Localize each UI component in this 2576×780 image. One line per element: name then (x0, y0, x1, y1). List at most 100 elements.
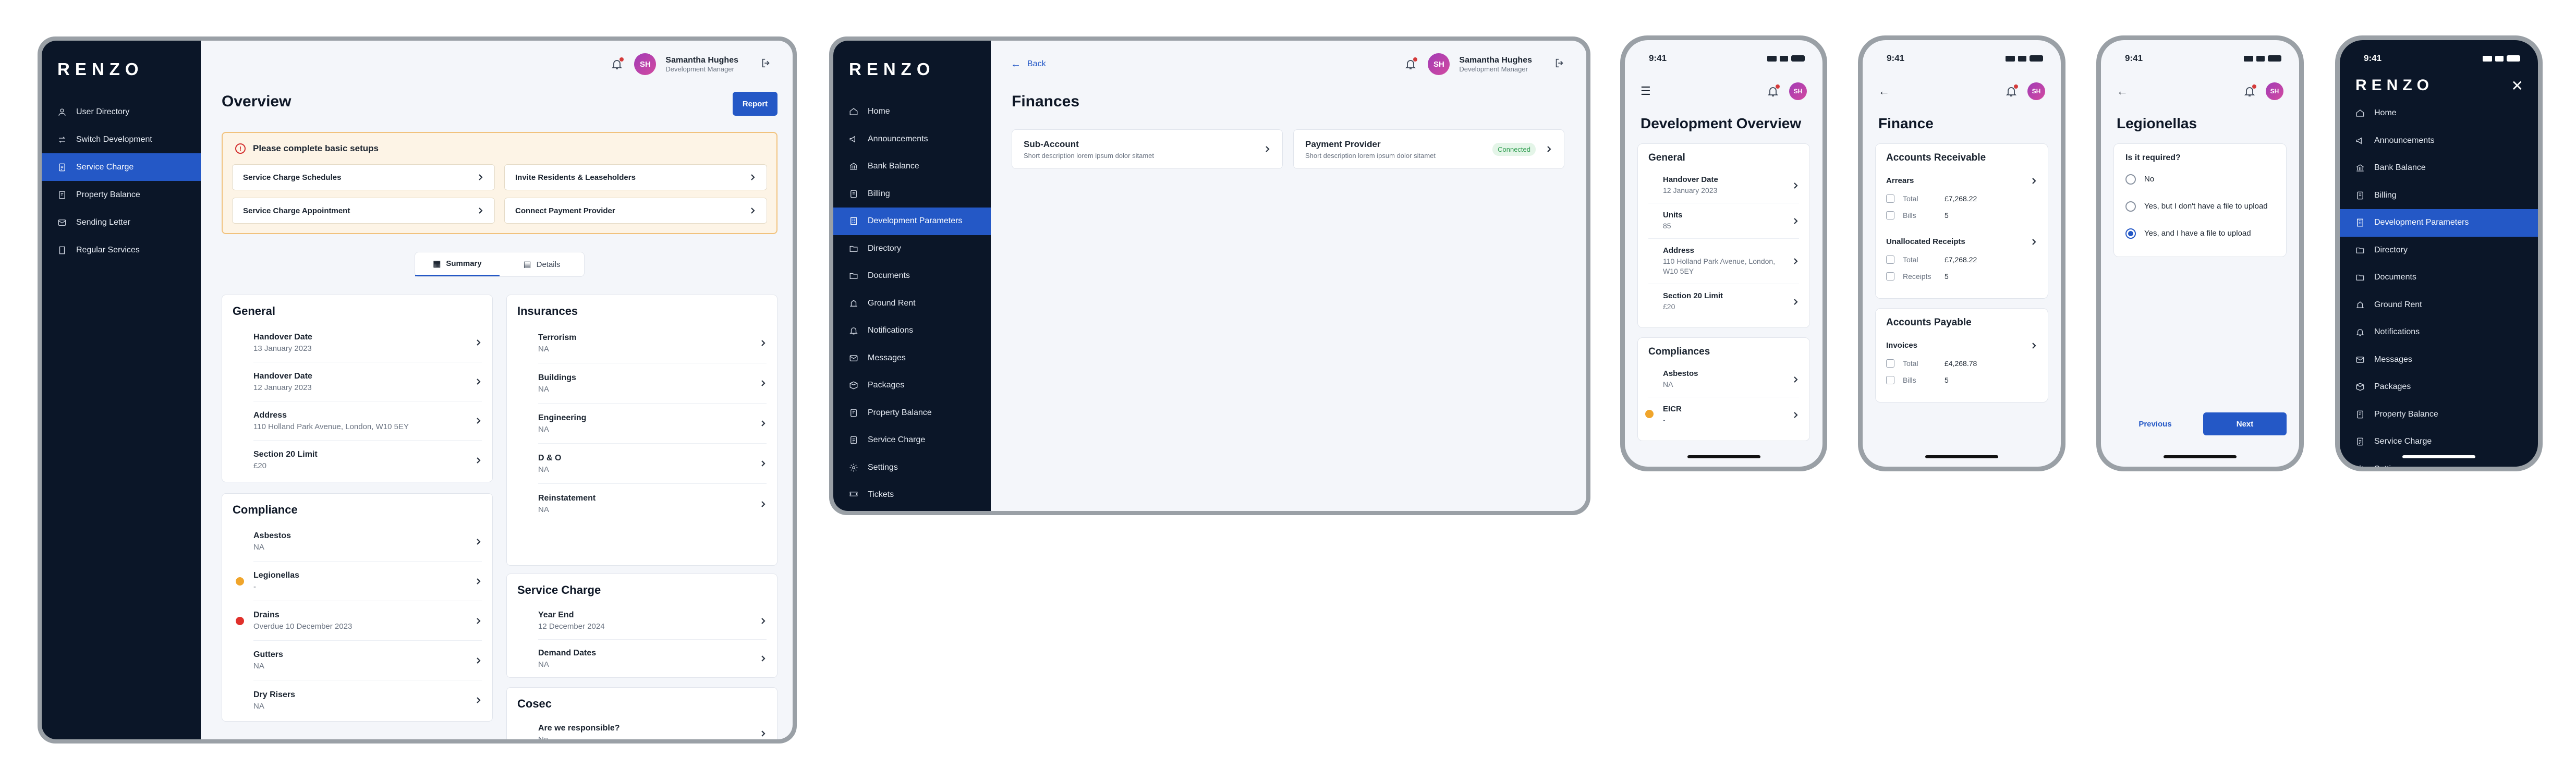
avatar[interactable]: SH (1789, 82, 1807, 100)
row-handover-date[interactable]: Handover Date 12 January 2023 (1648, 168, 1799, 203)
fin-line-total: Total £4,268.78 (1886, 355, 2037, 372)
radio-option-3[interactable]: Yes, and I have a file to upload (2125, 220, 2275, 247)
setup-item-invite-residents-leaseholders[interactable]: Invite Residents & Leaseholders (504, 164, 767, 190)
logout-icon[interactable] (760, 57, 772, 71)
row-section-20-limit[interactable]: Section 20 Limit £20 (1648, 284, 1799, 319)
radio-label: Yes, and I have a file to upload (2144, 229, 2251, 238)
avatar[interactable]: SH (1428, 53, 1450, 75)
sidebar-item-user-directory[interactable]: User Directory (42, 98, 201, 126)
setup-item-service-charge-appointment[interactable]: Service Charge Appointment (232, 198, 495, 224)
row-legionellas[interactable]: Legionellas - (236, 562, 482, 601)
sidebar-item-messages[interactable]: Messages (2340, 346, 2538, 374)
row-year-end[interactable]: Year End 12 December 2024 (538, 602, 767, 640)
row-units[interactable]: Units 85 (1648, 203, 1799, 239)
row-demand-dates[interactable]: Demand Dates NA (538, 640, 767, 677)
row-terrorism[interactable]: Terrorism NA (538, 323, 767, 363)
sidebar-item-settings[interactable]: Settings (833, 454, 991, 482)
close-icon[interactable]: ✕ (2511, 77, 2523, 94)
sidebar-item-regular-services[interactable]: Regular Services (42, 236, 201, 264)
sidebar-item-development-parameters[interactable]: Development Parameters (2340, 209, 2538, 237)
radio-option-2[interactable]: Yes, but I don't have a file to upload (2125, 193, 2275, 220)
fin-group-header[interactable]: Invoices (1886, 336, 2037, 355)
sidebar-item-directory[interactable]: Directory (2340, 237, 2538, 264)
setup-item-service-charge-schedules[interactable]: Service Charge Schedules (232, 164, 495, 190)
notification-bell-icon[interactable] (609, 56, 625, 72)
sidebar-item-switch-development[interactable]: Switch Development (42, 126, 201, 153)
sidebar-item-ground-rent[interactable]: Ground Rent (833, 290, 991, 318)
sidebar-item-development-parameters[interactable]: Development Parameters (833, 208, 991, 235)
notification-bell-icon[interactable] (1765, 83, 1781, 99)
row-eicr[interactable]: EICR - (1645, 397, 1799, 432)
sidebar-item-property-balance[interactable]: Property Balance (2340, 401, 2538, 429)
row-are-we-responsible[interactable]: Are we responsible? No (538, 716, 767, 739)
sidebar-item-ground-rent[interactable]: Ground Rent (2340, 291, 2538, 319)
row-gutters[interactable]: Gutters NA (253, 641, 482, 680)
mobile-legionellas-screen: 9:41 ← SH Legionellas Is it required? No… (2101, 40, 2299, 467)
sidebar-item-service-charge[interactable]: Service Charge (42, 153, 201, 181)
menu-icon[interactable]: ☰ (1641, 84, 1651, 98)
sidebar-item-home[interactable]: Home (833, 98, 991, 126)
report-button[interactable]: Report (733, 92, 777, 116)
logout-icon[interactable] (1554, 57, 1565, 71)
back-arrow-icon[interactable]: ← (1878, 84, 1890, 98)
avatar[interactable]: SH (2266, 82, 2283, 100)
back-link[interactable]: ← Back (1011, 58, 1046, 70)
sidebar-item-messages[interactable]: Messages (833, 345, 991, 372)
row-engineering[interactable]: Engineering NA (538, 404, 767, 444)
sidebar-item-notifications[interactable]: Notifications (833, 317, 991, 345)
row-reinstatement[interactable]: Reinstatement NA (538, 484, 767, 524)
sidebar-item-bank-balance[interactable]: Bank Balance (2340, 154, 2538, 182)
sidebar-item-bank-balance[interactable]: Bank Balance (833, 153, 991, 180)
notification-bell-icon[interactable] (2242, 83, 2257, 99)
notification-bell-icon[interactable] (1403, 56, 1418, 72)
fin-line-total: Total £7,268.22 (1886, 190, 2037, 207)
sidebar-item-documents[interactable]: Documents (2340, 264, 2538, 291)
row-asbestos[interactable]: Asbestos NA (1648, 362, 1799, 397)
row-section-20-limit[interactable]: Section 20 Limit £20 (253, 441, 482, 480)
radio-option-1[interactable]: No (2125, 166, 2275, 193)
chevron-right-icon (477, 418, 481, 424)
avatar[interactable]: SH (634, 53, 657, 75)
sidebar-item-service-charge[interactable]: Service Charge (2340, 428, 2538, 456)
sidebar-item-announcements[interactable]: Announcements (2340, 127, 2538, 155)
fin-group-header[interactable]: Arrears (1886, 171, 2037, 190)
sidebar-item-packages[interactable]: Packages (2340, 373, 2538, 401)
fin-line-bills: Bills 5 (1886, 207, 2037, 224)
finance-card-sub-account[interactable]: Sub-Account Short description lorem ipsum… (1012, 129, 1283, 169)
fin-group-header[interactable]: Unallocated Receipts (1886, 232, 2037, 251)
finance-card-payment-provider[interactable]: Payment Provider Short description lorem … (1293, 129, 1564, 169)
row-handover-date[interactable]: Handover Date 12 January 2023 (253, 362, 482, 401)
sidebar-item-packages[interactable]: Packages (833, 372, 991, 399)
notification-bell-icon[interactable] (2003, 83, 2019, 99)
tab-details[interactable]: ▤ Details (500, 252, 584, 276)
back-arrow-icon[interactable]: ← (2117, 84, 2128, 98)
avatar[interactable]: SH (2027, 82, 2045, 100)
sidebar-item-announcements[interactable]: Announcements (833, 126, 991, 153)
row-handover-date[interactable]: Handover Date 13 January 2023 (253, 323, 482, 362)
sidebar-item-sending-letter[interactable]: Sending Letter (42, 209, 201, 236)
sidebar-item-billing[interactable]: Billing (833, 180, 991, 208)
compliances-card: Compliances Asbestos NA EICR - (1637, 337, 1810, 441)
sidebar-item-home[interactable]: Home (2340, 100, 2538, 127)
sidebar-item-property-balance[interactable]: Property Balance (42, 181, 201, 209)
sidebar-item-directory[interactable]: Directory (833, 235, 991, 263)
sidebar-item-tickets[interactable]: Tickets (833, 481, 991, 509)
row-address[interactable]: Address 110 Holland Park Avenue, London, … (253, 401, 482, 441)
row-dry-risers[interactable]: Dry Risers NA (253, 680, 482, 720)
sidebar-item-service-charge[interactable]: Service Charge (833, 426, 991, 454)
setup-item-connect-payment-provider[interactable]: Connect Payment Provider (504, 198, 767, 224)
row-drains[interactable]: Drains Overdue 10 December 2023 (236, 601, 482, 641)
row-buildings[interactable]: Buildings NA (538, 363, 767, 404)
sidebar-item-property-balance[interactable]: Property Balance (833, 399, 991, 427)
row-asbestos[interactable]: Asbestos NA (253, 522, 482, 562)
sidebar-item-notifications[interactable]: Notifications (2340, 319, 2538, 346)
sidebar-item-documents[interactable]: Documents (833, 262, 991, 290)
tab-summary[interactable]: ▦ Summary (415, 252, 500, 276)
sidebar-item-billing[interactable]: Billing (2340, 182, 2538, 210)
row-address[interactable]: Address 110 Holland Park Avenue, London, … (1648, 239, 1799, 284)
row-d-o[interactable]: D & O NA (538, 444, 767, 484)
next-button[interactable]: Next (2203, 412, 2287, 435)
billing-icon (2357, 191, 2363, 200)
sidebar-item-label: Directory (868, 243, 902, 253)
previous-button[interactable]: Previous (2113, 412, 2197, 435)
